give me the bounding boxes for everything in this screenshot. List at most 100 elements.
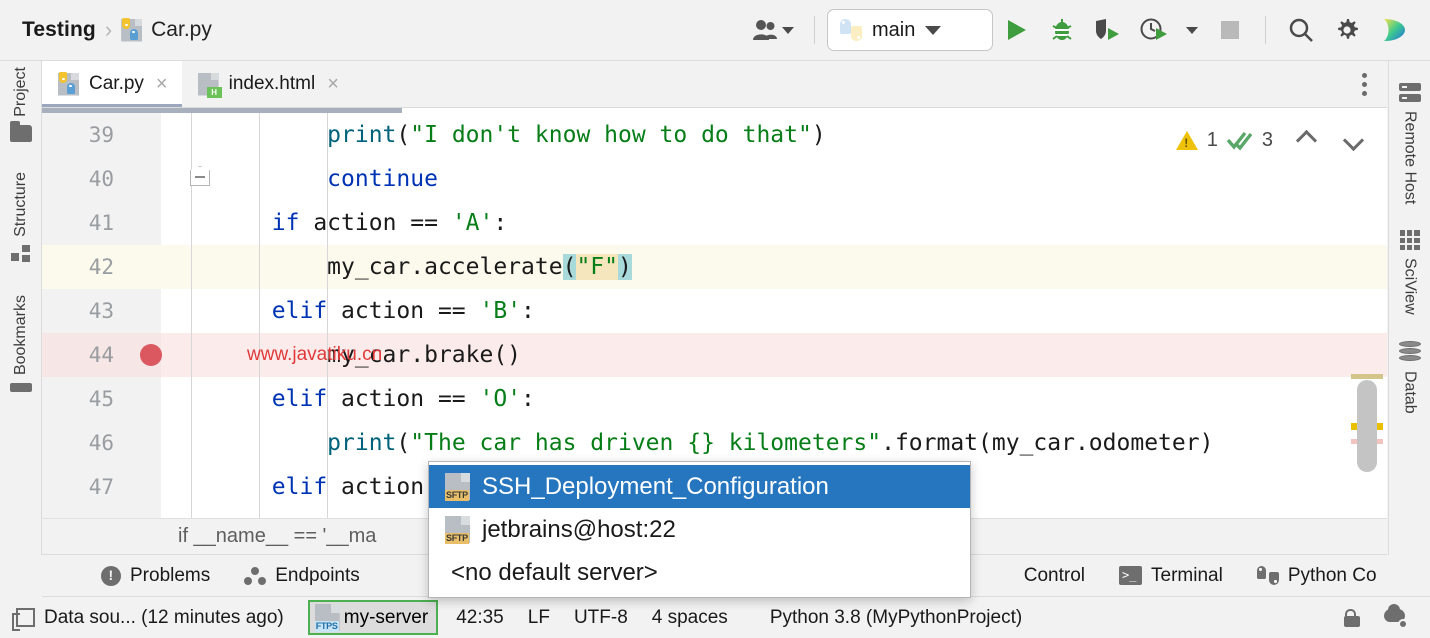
debug-button[interactable]: [1039, 7, 1085, 53]
tab-index-html[interactable]: H index.html ×: [182, 61, 353, 107]
line-number: 48: [42, 509, 120, 518]
code-token: 'B': [480, 298, 522, 324]
code-editor[interactable]: 39 print("I don't know how to do that")4…: [42, 108, 1387, 518]
sidebar-item-remote-host[interactable]: Remote Host: [1399, 83, 1421, 204]
html-badge: H: [207, 87, 222, 98]
tool-window-terminal[interactable]: Terminal: [1102, 565, 1240, 587]
line-code[interactable]: print("I don't know how to do that"): [161, 113, 826, 157]
run-button[interactable]: [993, 7, 1039, 53]
sidebar-item-label: Structure: [12, 172, 30, 237]
line-number: 42: [42, 245, 120, 289]
error-stripe-warning[interactable]: [1351, 374, 1383, 379]
status-server-widget[interactable]: FTPS my-server: [308, 600, 438, 635]
close-icon[interactable]: ×: [154, 74, 168, 94]
sidebar-item-structure[interactable]: Structure: [11, 172, 31, 265]
inspection-widget[interactable]: 1 3: [1172, 126, 1365, 155]
tool-window-label: Problems: [130, 565, 210, 587]
code-token: action ==: [327, 298, 479, 324]
status-encoding[interactable]: UTF-8: [562, 607, 640, 629]
code-token: my_car.accelerate: [327, 254, 562, 280]
sidebar-item-label: Project: [12, 67, 30, 117]
sidebar-item-project[interactable]: Project: [10, 67, 32, 142]
code-token: (: [396, 122, 410, 148]
settings-button[interactable]: [1324, 7, 1370, 53]
code-line[interactable]: 40 continue: [42, 157, 1387, 201]
status-data-sources-label: Data sou... (12 minutes ago): [44, 607, 284, 629]
status-interpreter[interactable]: Python 3.8 (MyPythonProject): [758, 607, 1034, 629]
run-configuration-selector[interactable]: main: [827, 9, 993, 51]
chevron-down-icon[interactable]: [1343, 130, 1364, 151]
breadcrumb-separator-icon: ›: [105, 17, 112, 43]
status-data-sources[interactable]: Data sou... (12 minutes ago): [0, 607, 296, 629]
search-everywhere-button[interactable]: [1278, 7, 1324, 53]
status-lock-button[interactable]: [1332, 609, 1372, 627]
code-lines-container[interactable]: 39 print("I don't know how to do that")4…: [42, 113, 1387, 518]
code-token: [161, 166, 327, 192]
line-number: 41: [42, 201, 120, 245]
code-token: "The car has driven {} kilometers": [410, 430, 881, 456]
line-code[interactable]: my_car.accelerate("F"): [161, 245, 632, 289]
code-line[interactable]: 43 elif action == 'B':: [42, 289, 1387, 333]
toolbar-divider-2: [1265, 16, 1266, 44]
breadcrumb-project[interactable]: Testing: [22, 18, 96, 42]
line-code[interactable]: elif action == 'O':: [161, 377, 535, 421]
code-line[interactable]: 45 elif action == 'O':: [42, 377, 1387, 421]
collaborate-button[interactable]: [744, 13, 802, 47]
close-icon[interactable]: ×: [325, 74, 339, 94]
code-token: [161, 430, 327, 456]
status-line-separator[interactable]: LF: [516, 607, 562, 629]
popup-item-ssh-deployment-configuration[interactable]: SFTP SSH_Deployment_Configuration: [429, 465, 970, 508]
line-code[interactable]: print("The car has driven {} kilometers"…: [161, 421, 1213, 465]
breadcrumb-scope: if __name__ == '__ma: [178, 525, 376, 548]
breadcrumb: Testing › Car.py: [0, 17, 212, 43]
profile-dropdown[interactable]: [1177, 7, 1207, 53]
run-with-coverage-button[interactable]: [1085, 7, 1131, 53]
line-number: 46: [42, 421, 120, 465]
code-token: continue: [327, 166, 438, 192]
ai-assistant-button[interactable]: [1370, 7, 1416, 53]
sidebar-item-sciview[interactable]: SciView: [1400, 230, 1420, 315]
main-toolbar: Testing › Car.py main: [0, 0, 1430, 61]
code-token: ): [618, 254, 632, 280]
sidebar-item-bookmarks[interactable]: Bookmarks: [10, 295, 32, 392]
profile-button[interactable]: [1131, 7, 1177, 53]
server-selection-popup[interactable]: SFTP SSH_Deployment_Configuration SFTP j…: [428, 461, 971, 598]
ai-assistant-icon: [1378, 16, 1408, 44]
tab-car-py[interactable]: Car.py ×: [42, 61, 182, 107]
popup-item-no-default-server[interactable]: <no default server>: [429, 551, 970, 594]
line-code[interactable]: elif action == 'B':: [161, 289, 535, 333]
stop-button[interactable]: [1207, 7, 1253, 53]
code-line[interactable]: 42 my_car.accelerate("F"): [42, 245, 1387, 289]
tool-window-version-control[interactable]: Control: [1007, 565, 1102, 587]
breakpoint-marker[interactable]: [140, 344, 162, 366]
inspections-ok-icon: [1227, 130, 1253, 152]
python-console-icon: [1257, 566, 1279, 585]
status-help-button[interactable]: [1372, 607, 1430, 629]
sftp-server-icon: SFTP: [445, 473, 470, 500]
tab-label: Car.py: [89, 73, 144, 95]
popup-item-jetbrains-host[interactable]: SFTP jetbrains@host:22: [429, 508, 970, 551]
code-line[interactable]: 41 if action == 'A':: [42, 201, 1387, 245]
tab-label: index.html: [229, 73, 316, 95]
sftp-server-icon: SFTP: [445, 516, 470, 543]
tool-window-endpoints[interactable]: Endpoints: [227, 565, 377, 587]
editor-vertical-scrollbar[interactable]: [1357, 380, 1377, 472]
code-line[interactable]: 44 my_car.brake(): [42, 333, 1387, 377]
status-indent[interactable]: 4 spaces: [640, 607, 740, 629]
line-code[interactable]: if action == 'A':: [161, 201, 507, 245]
status-server-label: my-server: [344, 607, 428, 629]
tool-window-problems[interactable]: Problems: [84, 565, 227, 587]
status-caret-position[interactable]: 42:35: [444, 607, 516, 629]
chevron-up-icon[interactable]: [1296, 130, 1317, 151]
tab-options-kebab-icon[interactable]: [1342, 61, 1387, 107]
code-token: print: [327, 122, 396, 148]
code-token: "I don't know how to do that": [410, 122, 812, 148]
code-line[interactable]: 46 print("The car has driven {} kilomete…: [42, 421, 1387, 465]
tool-window-python-console[interactable]: Python Co: [1240, 565, 1394, 587]
server-icon: [1399, 83, 1421, 103]
code-token: :: [521, 298, 535, 324]
breadcrumb-file[interactable]: Car.py: [151, 18, 212, 42]
sidebar-item-database[interactable]: Datab: [1399, 341, 1421, 414]
line-number: 39: [42, 113, 120, 157]
pycharm-window: Testing › Car.py main: [0, 0, 1430, 638]
